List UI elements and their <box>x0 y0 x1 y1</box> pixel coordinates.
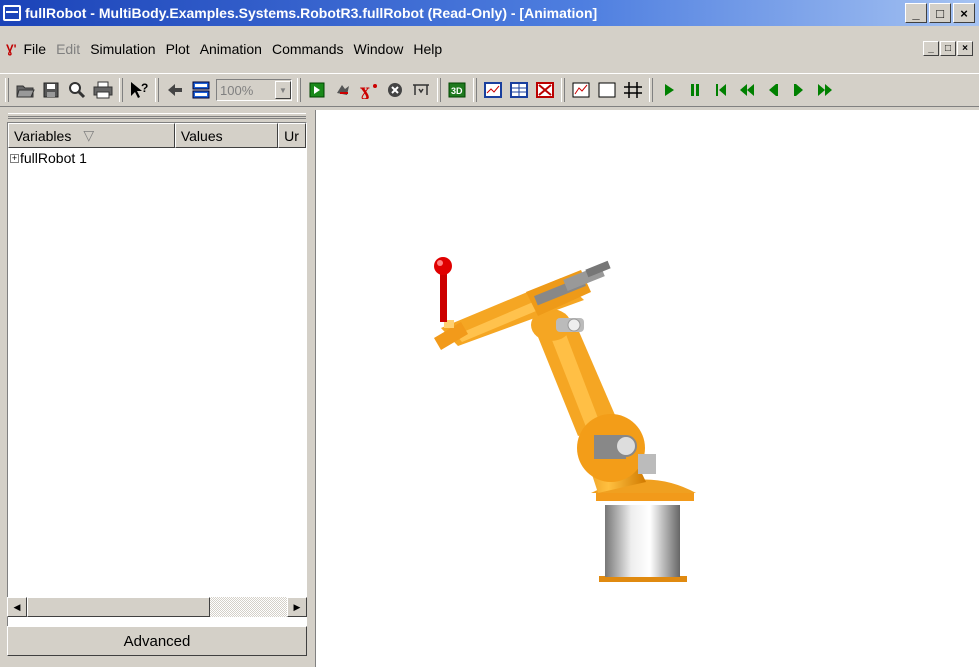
animation-viewport[interactable] <box>315 110 979 667</box>
toolbar: ? 100% ▼ ɣ 3D <box>0 73 979 107</box>
menu-commands[interactable]: Commands <box>267 41 349 57</box>
menu-edit[interactable]: Edit <box>51 41 85 57</box>
plot-window-icon[interactable] <box>481 78 505 102</box>
simulation-setup-icon[interactable] <box>305 78 329 102</box>
svg-text:ɣ: ɣ <box>360 81 370 99</box>
toolbar-separator <box>437 78 441 102</box>
scroll-right-icon[interactable]: ▶ <box>287 597 307 617</box>
toolbar-separator <box>119 78 123 102</box>
window-controls: _ □ × <box>905 3 975 23</box>
save-icon[interactable] <box>39 78 63 102</box>
toolbar-separator <box>561 78 565 102</box>
mdi-minimize-button[interactable]: _ <box>923 41 939 56</box>
column-header-values[interactable]: Values <box>174 123 279 148</box>
help-pointer-icon[interactable]: ? <box>127 78 151 102</box>
horizontal-scrollbar[interactable]: ◀ ▶ <box>7 597 307 617</box>
robot-3d-model <box>434 257 696 582</box>
svg-text:?: ? <box>141 81 148 95</box>
advanced-button[interactable]: Advanced <box>7 626 307 656</box>
menu-bar: Ɣ' File Edit Simulation Plot Animation C… <box>0 38 979 60</box>
scroll-left-icon[interactable]: ◀ <box>7 597 27 617</box>
toolbar-separator <box>155 78 159 102</box>
search-icon[interactable] <box>65 78 89 102</box>
window-title: fullRobot - MultiBody.Examples.Systems.R… <box>25 5 598 21</box>
tree-item-label: fullRobot 1 <box>20 150 87 166</box>
variables-panel: Variables ▽ Values Ur + fullRobot 1 ◀ ▶ … <box>0 110 312 667</box>
column-values-label: Values <box>180 127 223 144</box>
close-window-icon[interactable] <box>533 78 557 102</box>
column-header-unit[interactable]: Ur <box>278 123 306 148</box>
variables-browser: Variables ▽ Values Ur + fullRobot 1 <box>7 122 307 632</box>
grid-icon[interactable] <box>621 78 645 102</box>
stop-icon[interactable] <box>383 78 407 102</box>
new-plot-icon[interactable] <box>569 78 593 102</box>
play-icon[interactable] <box>657 78 681 102</box>
rectangle-icon[interactable] <box>595 78 619 102</box>
toolbar-separator <box>473 78 477 102</box>
scroll-thumb[interactable] <box>27 597 210 617</box>
open-icon[interactable] <box>13 78 37 102</box>
maximize-button[interactable]: □ <box>929 3 951 23</box>
mdi-close-button[interactable]: × <box>957 41 973 56</box>
window-app-icon <box>3 5 21 21</box>
mdi-restore-button[interactable]: □ <box>940 41 956 56</box>
translate-icon[interactable] <box>331 78 355 102</box>
menu-simulation[interactable]: Simulation <box>85 41 160 57</box>
tree-icon[interactable] <box>409 78 433 102</box>
svg-text:3D: 3D <box>451 86 463 96</box>
scroll-track[interactable] <box>210 597 287 617</box>
toolbar-separator <box>297 78 301 102</box>
column-headers: Variables ▽ Values Ur <box>8 123 306 148</box>
filter-triangle-icon[interactable]: ▽ <box>83 127 94 144</box>
close-button[interactable]: × <box>953 3 975 23</box>
print-icon[interactable] <box>91 78 115 102</box>
toolbar-separator <box>649 78 653 102</box>
menu-plot[interactable]: Plot <box>161 41 195 57</box>
toolbar-grip[interactable] <box>5 78 9 102</box>
back-icon[interactable] <box>163 78 187 102</box>
column-unit-label: Ur <box>284 127 299 144</box>
fast-forward-icon[interactable] <box>813 78 837 102</box>
step-forward-icon[interactable] <box>787 78 811 102</box>
fast-reverse-icon[interactable] <box>735 78 759 102</box>
dymola-logo-icon[interactable]: Ɣ' <box>6 42 17 56</box>
rewind-start-icon[interactable] <box>709 78 733 102</box>
menu-animation[interactable]: Animation <box>195 41 267 57</box>
tree-item[interactable]: + fullRobot 1 <box>8 149 306 167</box>
table-icon[interactable] <box>507 78 531 102</box>
mdi-controls: _ □ × <box>923 41 973 56</box>
title-bar: fullRobot - MultiBody.Examples.Systems.R… <box>0 0 979 26</box>
menu-file[interactable]: File <box>19 41 52 57</box>
column-header-variables[interactable]: Variables ▽ <box>8 123 175 148</box>
pause-icon[interactable] <box>683 78 707 102</box>
zoom-combo[interactable]: 100% ▼ <box>216 79 292 101</box>
chevron-down-icon[interactable]: ▼ <box>275 81 291 99</box>
zoom-value: 100% <box>220 82 254 98</box>
expand-plus-icon[interactable]: + <box>10 153 19 163</box>
model-icon[interactable]: ɣ <box>357 78 381 102</box>
menu-window[interactable]: Window <box>349 41 409 57</box>
step-back-icon[interactable] <box>761 78 785 102</box>
column-variables-label: Variables <box>14 127 72 144</box>
split-view-icon[interactable] <box>189 78 213 102</box>
panel-grip[interactable] <box>8 113 306 119</box>
3d-icon[interactable]: 3D <box>445 78 469 102</box>
menu-help[interactable]: Help <box>408 41 447 57</box>
minimize-button[interactable]: _ <box>905 3 927 23</box>
